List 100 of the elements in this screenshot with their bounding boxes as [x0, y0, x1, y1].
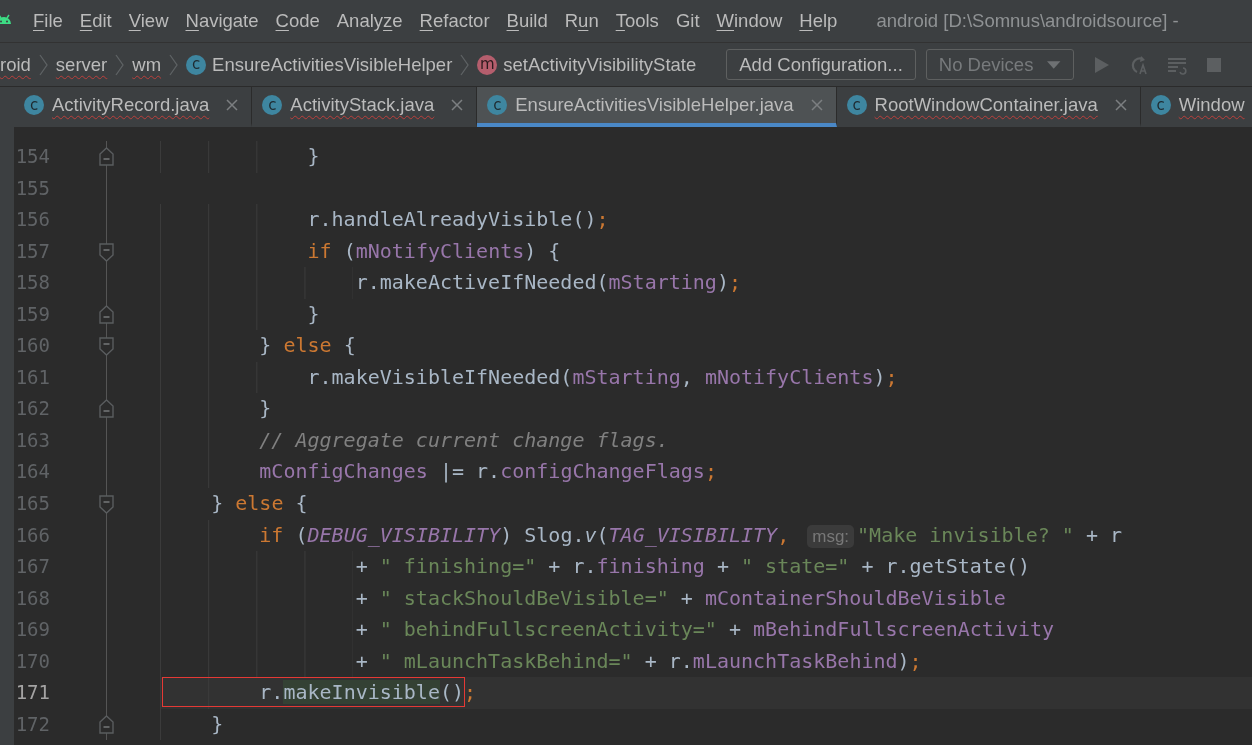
code-text: ( [295, 522, 308, 547]
fold-icon[interactable] [99, 304, 114, 325]
editor-tab[interactable]: c EnsureActivitiesVisibleHelper.java [477, 87, 837, 127]
line-number: 157 [14, 238, 50, 264]
chevron-icon [169, 52, 179, 77]
code-text: ) [716, 270, 729, 295]
class-icon: c [262, 95, 283, 115]
breadcrumb-item[interactable]: setActivityVisibilityState [503, 53, 697, 76]
code-text: ( [343, 238, 356, 263]
close-icon[interactable] [450, 98, 465, 112]
line-number: 166 [14, 522, 50, 548]
code-text: ) { [524, 238, 561, 263]
line-number: 169 [14, 617, 50, 643]
line-number: 156 [14, 207, 50, 233]
menu-item[interactable]: Help [799, 8, 838, 34]
code-text: r.handleAlreadyVisible() [307, 207, 597, 232]
fold-icon[interactable] [99, 399, 114, 420]
field-name: mContainerShouldBeVisible [704, 585, 1006, 610]
menu-item[interactable]: File [33, 8, 63, 34]
string-literal: " behindFullscreenActivity=" [379, 617, 717, 642]
code-text: ( [596, 522, 609, 547]
menu-item[interactable]: Build [506, 8, 548, 34]
code-text: + [355, 648, 369, 673]
code-text: + [680, 585, 694, 610]
string-literal: " finishing=" [379, 554, 537, 579]
constant-name: DEBUG_VISIBILITY [307, 522, 501, 547]
fold-icon[interactable] [99, 147, 114, 167]
field-name: mNotifyClients [355, 238, 525, 263]
code-text: + r [1085, 522, 1122, 547]
keyword: if [259, 522, 284, 547]
breadcrumb-item[interactable]: server [55, 53, 108, 76]
field-name: mStarting [608, 270, 717, 295]
code-text: r. [259, 680, 284, 705]
code-text: + r. [644, 648, 693, 673]
close-icon[interactable] [1113, 98, 1128, 112]
method-name: v [584, 522, 597, 547]
menu-item[interactable]: Git [675, 8, 700, 34]
code-text: r.makeVisibleIfNeeded( [307, 364, 573, 389]
window-title: android [D:\Somnus\androidsource] - [876, 10, 1179, 32]
fold-icon[interactable] [99, 241, 114, 262]
field-name: mNotifyClients [704, 364, 874, 389]
line-number: 159 [14, 301, 50, 327]
menu-item[interactable]: Analyze [336, 8, 403, 34]
line-number: 165 [14, 491, 50, 516]
menu-item[interactable]: Run [564, 8, 599, 34]
code-text: + [355, 554, 369, 579]
menu-item[interactable]: Window [716, 8, 783, 34]
code-comment: // Aggregate current change flags. [259, 427, 669, 452]
breadcrumb-item[interactable]: EnsureActivitiesVisibleHelper [212, 53, 453, 76]
fold-icon[interactable] [99, 714, 114, 735]
breadcrumb-item[interactable]: roid [0, 53, 31, 76]
menu-item[interactable]: Navigate [185, 8, 259, 34]
breadcrumb-item[interactable]: wm [132, 53, 162, 76]
fold-icon[interactable] [99, 336, 114, 357]
class-icon: c [186, 54, 207, 75]
constant-name: TAG_VISIBILITY [608, 522, 778, 547]
field-name: mLaunchTaskBehind [692, 648, 898, 673]
line-number: 162 [14, 396, 50, 422]
method-icon: m [477, 54, 498, 75]
class-icon: c [487, 95, 508, 115]
code-text: { [343, 333, 356, 358]
line-number: 168 [14, 585, 50, 611]
field-name: mBehindFullscreenActivity [753, 617, 1055, 642]
code-text: ) [897, 648, 910, 673]
menu-item[interactable]: View [128, 8, 169, 34]
caret-icon [1047, 60, 1061, 69]
code-text: } [211, 711, 224, 736]
string-literal: "Make invisible? " [857, 522, 1074, 547]
code-text: () [439, 680, 465, 705]
menu-item[interactable]: Edit [79, 8, 112, 34]
menu-item[interactable]: Refactor [419, 8, 490, 34]
keyword: , [777, 522, 791, 547]
close-icon[interactable] [809, 98, 824, 112]
close-icon[interactable] [225, 98, 240, 112]
line-number: 167 [14, 554, 50, 580]
line-number: 155 [14, 175, 50, 201]
line-number: 154 [14, 144, 50, 169]
field-name: mStarting [572, 364, 681, 389]
line-number: 160 [14, 333, 50, 359]
code-text: ) Slog. [500, 522, 585, 547]
fold-icon[interactable] [99, 494, 114, 514]
code-text: + [355, 585, 369, 610]
chevron-icon [38, 52, 48, 77]
chevron-icon [115, 52, 125, 77]
keyword: ; [728, 270, 741, 295]
line-number: 171 [14, 680, 50, 706]
parameter-hint: msg: [807, 524, 855, 548]
menu-item[interactable]: Tools [615, 8, 659, 34]
line-number: 170 [14, 648, 50, 674]
keyword: else [283, 333, 332, 358]
menu-item[interactable]: Code [275, 8, 320, 34]
class-icon: c [1150, 95, 1171, 115]
line-number: 163 [14, 427, 50, 453]
line-number: 172 [14, 711, 50, 737]
string-literal: " mLaunchTaskBehind=" [379, 648, 633, 673]
code-text: + [355, 617, 369, 642]
chevron-icon [460, 52, 470, 77]
code-text: , [680, 364, 694, 389]
keyword: ; [596, 207, 609, 232]
add-configuration-button[interactable]: Add Configuration... [726, 49, 916, 80]
